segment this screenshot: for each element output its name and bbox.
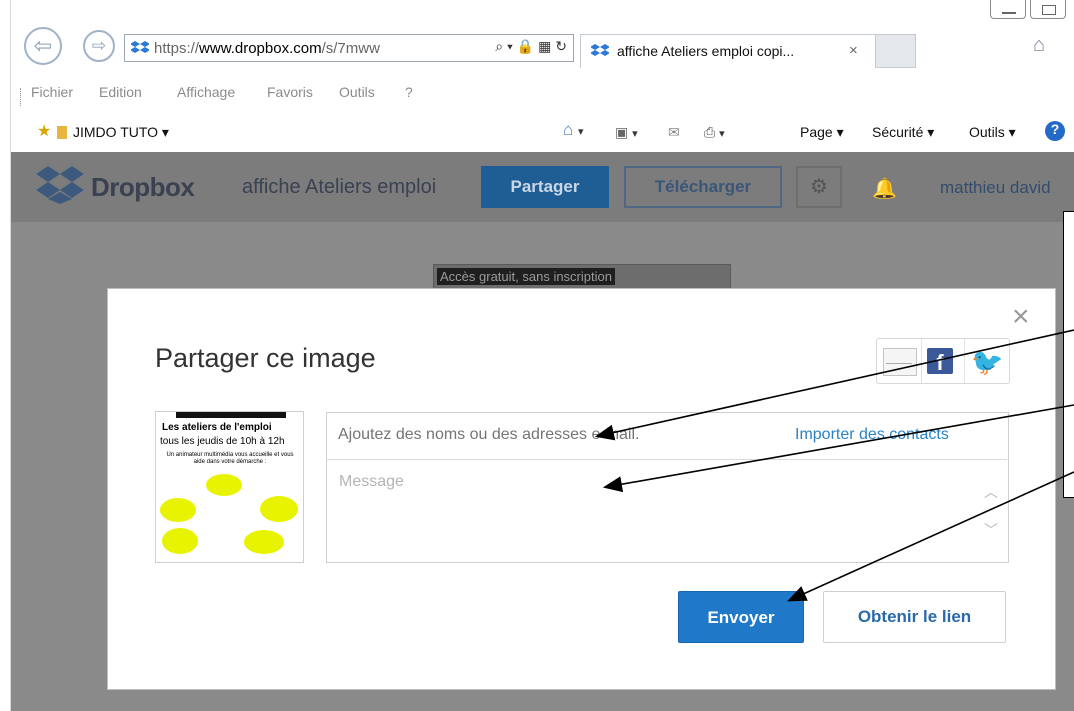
search-icon[interactable]: ⌕ — [495, 38, 503, 54]
mail-icon[interactable]: ✉ — [668, 124, 680, 141]
modal-title: Partager ce image — [155, 343, 376, 373]
get-link-button[interactable]: Obtenir le lien — [823, 591, 1006, 643]
menu-affichage[interactable]: Affichage — [177, 84, 235, 100]
dropbox-brand[interactable]: Dropbox — [91, 172, 195, 203]
menu-favoris[interactable]: Favoris — [267, 84, 313, 100]
home-icon[interactable]: ⌂ ▾ — [563, 120, 584, 140]
address-tools: ⌕ ▾ 🔒 ▦ ↻ — [495, 38, 567, 54]
scroll-down-icon[interactable]: ﹀ — [984, 520, 998, 540]
share-button[interactable]: Partager — [481, 166, 609, 208]
back-button[interactable]: ⇦ — [24, 27, 62, 65]
help-icon[interactable]: ? — [1045, 121, 1065, 141]
close-icon[interactable]: × — [1012, 300, 1030, 334]
refresh-icon[interactable]: ↻ — [555, 38, 567, 54]
dropbox-favicon-icon — [591, 44, 609, 56]
tab-title: affiche Ateliers emploi copi... — [617, 43, 795, 59]
import-contacts-link[interactable]: Importer des contacts — [795, 426, 949, 444]
maximize-button[interactable] — [1030, 0, 1066, 19]
feeds-icon[interactable]: ▣ ▾ — [615, 124, 638, 141]
download-button[interactable]: Télécharger — [624, 166, 782, 208]
dropbox-favicon-icon — [131, 41, 149, 53]
email-share-icon[interactable] — [883, 348, 917, 376]
security-menu[interactable]: Sécurité ▾ — [872, 124, 934, 141]
minimize-button[interactable] — [990, 0, 1026, 19]
favorites-star-icon[interactable]: ★ — [37, 121, 51, 141]
twitter-icon[interactable]: 🐦 — [971, 347, 1003, 378]
dropbox-logo-icon[interactable] — [36, 164, 84, 204]
new-tab-button[interactable] — [876, 34, 916, 68]
menu-bar — [0, 84, 1074, 110]
gear-icon[interactable]: ⚙ — [796, 166, 842, 208]
compat-view-icon[interactable]: ▦ — [538, 38, 551, 54]
menu-outils[interactable]: Outils — [339, 84, 375, 100]
recipients-input[interactable] — [338, 426, 758, 444]
page-menu[interactable]: Page ▾ — [800, 124, 844, 141]
lock-icon[interactable]: 🔒 — [517, 38, 534, 54]
home-icon[interactable]: ⌂ — [1033, 34, 1045, 57]
favorites-folder[interactable]: JIMDO TUTO ▾ — [57, 124, 169, 141]
url-text: https://www.dropbox.com/s/7mww — [154, 40, 380, 57]
scroll-up-icon[interactable]: ︿ — [984, 482, 998, 502]
address-bar[interactable]: https://www.dropbox.com/s/7mww ⌕ ▾ 🔒 ▦ ↻ — [124, 34, 574, 62]
tools-menu[interactable]: Outils ▾ — [969, 124, 1016, 141]
facebook-icon[interactable]: f — [927, 348, 953, 375]
tab-active[interactable]: affiche Ateliers emploi copi... × — [580, 34, 876, 68]
file-name: affiche Ateliers emploi — [242, 176, 437, 198]
annotation-callout — [1063, 211, 1074, 498]
send-button[interactable]: Envoyer — [678, 591, 804, 643]
bell-icon[interactable]: 🔔 — [872, 176, 897, 201]
menu-fichier[interactable]: Fichier — [31, 84, 73, 100]
tab-close-icon[interactable]: × — [849, 42, 858, 59]
window-frame — [0, 0, 11, 711]
forward-button[interactable]: ⇨ — [83, 30, 115, 62]
print-icon[interactable]: ⎙ ▾ — [704, 124, 725, 141]
folder-icon — [57, 126, 67, 139]
image-thumbnail: Les ateliers de l'emploi tous les jeudis… — [155, 411, 304, 563]
social-share-group: f 🐦 — [876, 338, 1010, 384]
menu-edition[interactable]: Edition — [99, 84, 142, 100]
user-name[interactable]: matthieu david — [940, 178, 1051, 198]
menu-help[interactable]: ? — [405, 84, 413, 100]
message-textarea[interactable]: Message — [339, 473, 404, 491]
